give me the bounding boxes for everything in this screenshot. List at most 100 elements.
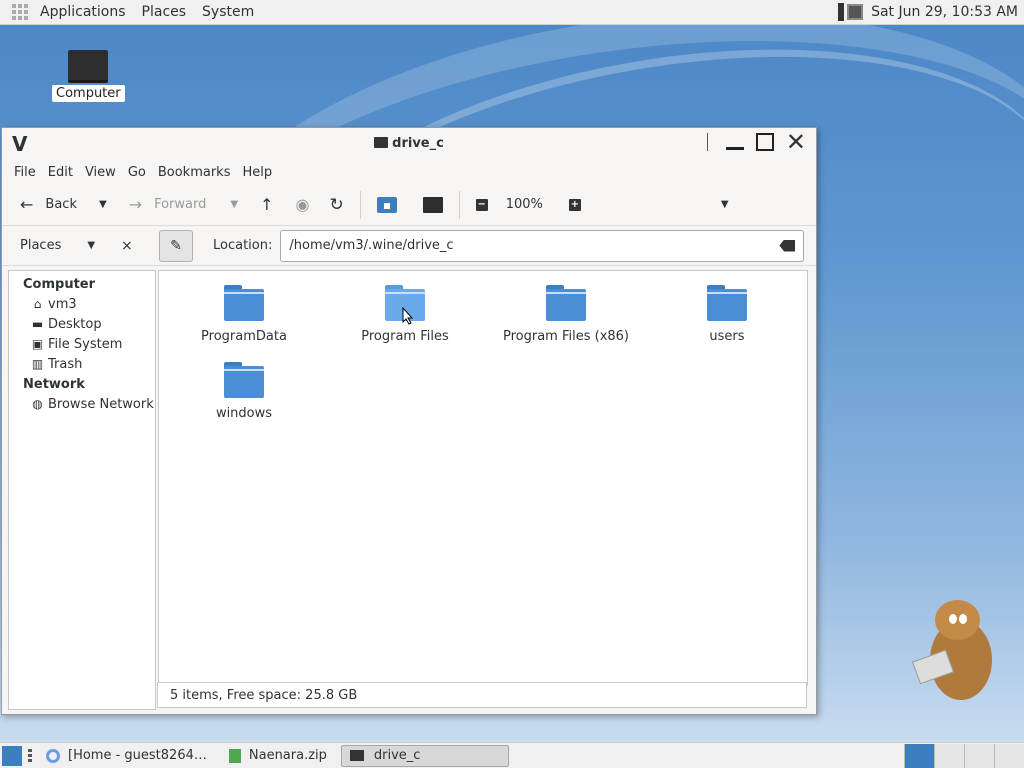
folder-item-program-files-x86[interactable]: Program Files (x86) bbox=[491, 285, 641, 344]
computer-button[interactable] bbox=[415, 190, 451, 220]
minimize-button[interactable] bbox=[725, 146, 744, 150]
close-sidebar-button[interactable]: × bbox=[121, 238, 133, 254]
title-bar[interactable]: V drive_c ✕ bbox=[2, 128, 816, 160]
places-header: Places ▼ × bbox=[2, 238, 155, 254]
folder-label: Program Files bbox=[361, 329, 449, 344]
sidebar-item-label: Trash bbox=[48, 357, 83, 372]
maximize-button[interactable] bbox=[755, 133, 774, 151]
menu-places[interactable]: Places bbox=[134, 4, 195, 20]
task-label: Naenara.zip bbox=[248, 748, 327, 763]
plus-icon: + bbox=[568, 198, 581, 211]
workspace-2[interactable] bbox=[934, 743, 964, 768]
applications-grid-icon[interactable] bbox=[12, 4, 28, 20]
sidebar-heading-network: Network bbox=[23, 377, 85, 392]
mouse-cursor-icon bbox=[402, 307, 414, 325]
reload-button[interactable]: ↻ bbox=[321, 190, 351, 220]
top-panel: Applications Places System Sat Jun 29, 1… bbox=[0, 0, 1024, 25]
folder-icon bbox=[224, 285, 264, 321]
menu-bookmarks[interactable]: Bookmarks bbox=[152, 165, 237, 180]
forward-button[interactable]: → Forward bbox=[121, 190, 215, 220]
monitor-icon bbox=[68, 50, 108, 80]
taskbar-item-drive-c[interactable]: drive_c bbox=[340, 744, 509, 767]
folder-icon bbox=[374, 137, 389, 148]
desktop-computer-icon[interactable]: Computer bbox=[52, 50, 125, 102]
pencil-icon: ✎ bbox=[170, 237, 182, 254]
menu-go[interactable]: Go bbox=[122, 165, 152, 180]
folder-icon bbox=[707, 285, 747, 321]
back-button[interactable]: ← Back bbox=[12, 190, 85, 220]
menu-help[interactable]: Help bbox=[236, 165, 278, 180]
menu-applications[interactable]: Applications bbox=[32, 4, 134, 20]
toolbar: ← Back ▼ → Forward ▼ ↑ ◉ ↻ − 100% + ▼ bbox=[2, 184, 816, 226]
sidebar-item-label: Desktop bbox=[48, 317, 102, 332]
home-icon: ⌂ bbox=[33, 297, 42, 311]
menu-edit[interactable]: Edit bbox=[42, 165, 79, 180]
sidebar-item-label: Browse Network bbox=[48, 397, 154, 412]
forward-history-dropdown[interactable]: ▼ bbox=[222, 190, 246, 220]
location-bar: Places ▼ × ✎ Location: /home/vm3/.wine/d… bbox=[2, 226, 816, 266]
folder-item-windows[interactable]: windows bbox=[169, 362, 319, 421]
home-folder-icon bbox=[376, 196, 397, 213]
workspace-3[interactable] bbox=[964, 743, 994, 768]
desktop-icon: ▬ bbox=[31, 317, 44, 331]
task-label: [Home - guest8264… bbox=[68, 748, 207, 763]
file-manager-window: V drive_c ✕ File Edit View Go Bookmarks … bbox=[1, 127, 817, 715]
menu-view[interactable]: View bbox=[79, 165, 122, 180]
menu-file[interactable]: File bbox=[8, 165, 42, 180]
folder-label: Program Files (x86) bbox=[502, 329, 630, 344]
zoom-level: 100% bbox=[505, 197, 543, 212]
menu-bar: File Edit View Go Bookmarks Help bbox=[2, 160, 816, 184]
clock[interactable]: Sat Jun 29, 10:53 AM bbox=[871, 4, 1018, 20]
menu-system[interactable]: System bbox=[194, 4, 262, 20]
edit-location-button[interactable]: ✎ bbox=[159, 229, 193, 262]
sidebar-item-label: vm3 bbox=[48, 297, 77, 312]
clear-location-icon[interactable] bbox=[779, 239, 796, 252]
sidebar-item-trash[interactable]: ▥ Trash bbox=[9, 355, 155, 375]
workspace-4[interactable] bbox=[994, 743, 1024, 768]
folder-label: windows bbox=[215, 406, 273, 421]
titlebar-separator bbox=[706, 133, 708, 151]
back-history-dropdown[interactable]: ▼ bbox=[91, 190, 115, 220]
close-button[interactable]: ✕ bbox=[786, 130, 806, 154]
stop-button[interactable]: ◉ bbox=[287, 190, 317, 220]
hamster-mascot-image bbox=[905, 600, 1005, 705]
trash-icon: ▥ bbox=[31, 357, 44, 371]
home-folder-button[interactable] bbox=[369, 190, 405, 220]
places-sidebar: Computer ⌂ vm3 ▬ Desktop ▣ File System ▥… bbox=[8, 270, 156, 710]
globe-icon: ◍ bbox=[32, 397, 43, 411]
minus-icon: − bbox=[475, 198, 488, 211]
back-label: Back bbox=[45, 197, 77, 212]
location-input[interactable]: /home/vm3/.wine/drive_c bbox=[280, 229, 805, 262]
show-desktop-button[interactable] bbox=[2, 745, 22, 766]
sidebar-item-file-system[interactable]: ▣ File System bbox=[9, 335, 155, 355]
sidebar-heading-computer: Computer bbox=[23, 277, 96, 292]
toolbar-separator-2 bbox=[458, 190, 460, 219]
zoom-in-button[interactable]: + bbox=[561, 190, 589, 220]
forward-label: Forward bbox=[154, 197, 207, 212]
workspace-1[interactable] bbox=[904, 743, 934, 768]
toolbar-overflow-dropdown[interactable]: ▼ bbox=[713, 190, 737, 220]
file-view[interactable]: ProgramData Program Files Program Files … bbox=[158, 270, 808, 686]
window-title-text: drive_c bbox=[392, 136, 444, 151]
network-indicator-icon[interactable] bbox=[838, 3, 845, 21]
folder-item-users[interactable]: users bbox=[652, 285, 802, 344]
taskbar-item-browser[interactable]: [Home - guest8264… bbox=[38, 745, 215, 767]
computer-icon bbox=[422, 196, 443, 213]
zoom-out-button[interactable]: − bbox=[468, 190, 496, 220]
taskbar-item-archive[interactable]: Naenara.zip bbox=[221, 745, 335, 767]
workspace-switcher bbox=[904, 743, 1024, 768]
chrome-icon bbox=[46, 748, 60, 763]
up-button[interactable]: ↑ bbox=[252, 190, 281, 220]
sidebar-item-desktop[interactable]: ▬ Desktop bbox=[9, 315, 155, 335]
folder-item-programdata[interactable]: ProgramData bbox=[169, 285, 319, 344]
sidebar-item-home[interactable]: ⌂ vm3 bbox=[9, 295, 155, 315]
location-value: /home/vm3/.wine/drive_c bbox=[289, 238, 454, 253]
places-label: Places bbox=[20, 238, 62, 253]
volume-indicator-icon[interactable] bbox=[847, 4, 864, 20]
folder-label: users bbox=[709, 329, 745, 344]
sidebar-item-browse-network[interactable]: ◍ Browse Network bbox=[9, 395, 155, 415]
places-dropdown[interactable]: ▼ bbox=[87, 240, 95, 251]
folder-icon bbox=[546, 285, 586, 321]
panel-handle[interactable] bbox=[28, 748, 32, 763]
status-text: 5 items, Free space: 25.8 GB bbox=[170, 687, 358, 703]
